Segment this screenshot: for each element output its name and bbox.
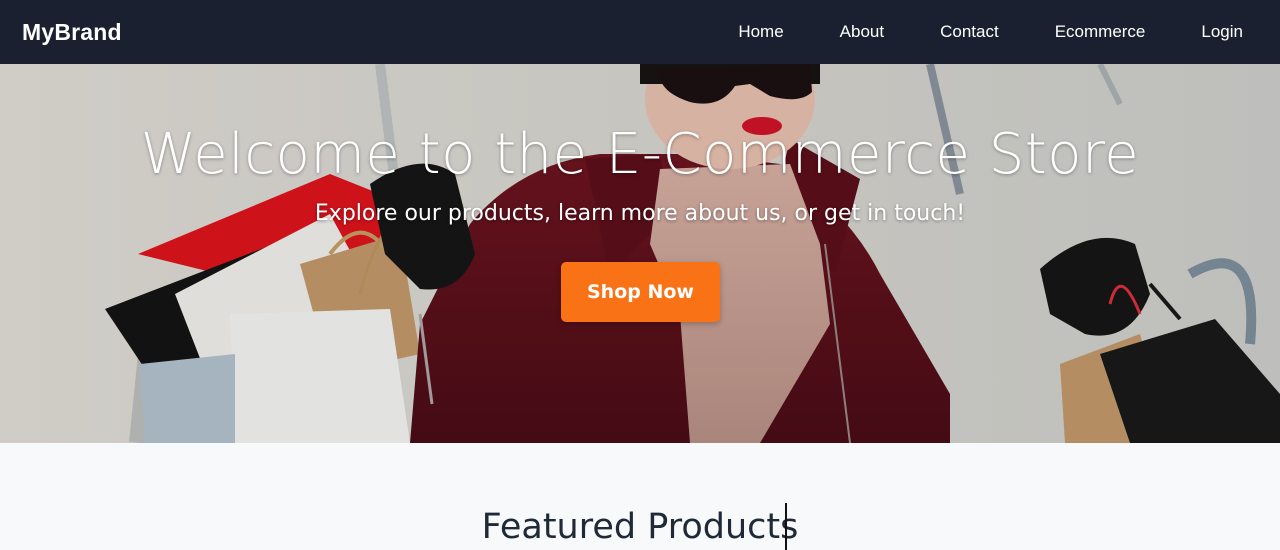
nav-link-about[interactable]: About: [784, 22, 884, 42]
nav-link-ecommerce[interactable]: Ecommerce: [999, 22, 1146, 42]
featured-section: Featured Products: [0, 443, 1280, 550]
hero-title: Welcome to the E-Commerce Store: [140, 122, 1140, 187]
shop-now-button[interactable]: Shop Now: [561, 262, 720, 322]
nav-link-home[interactable]: Home: [738, 22, 783, 42]
nav-link-contact[interactable]: Contact: [884, 22, 999, 42]
hero-section: Welcome to the E-Commerce Store Explore …: [0, 64, 1280, 443]
nav-link-login[interactable]: Login: [1145, 22, 1243, 42]
hero-subtitle: Explore our products, learn more about u…: [314, 201, 966, 226]
hero-content: Welcome to the E-Commerce Store Explore …: [0, 64, 1280, 443]
brand-logo[interactable]: MyBrand: [22, 19, 122, 46]
featured-products-heading: Featured Products: [481, 507, 799, 547]
nav-links: Home About Contact Ecommerce Login: [738, 0, 1258, 64]
text-cursor: [785, 503, 787, 550]
navbar: MyBrand Home About Contact Ecommerce Log…: [0, 0, 1280, 64]
